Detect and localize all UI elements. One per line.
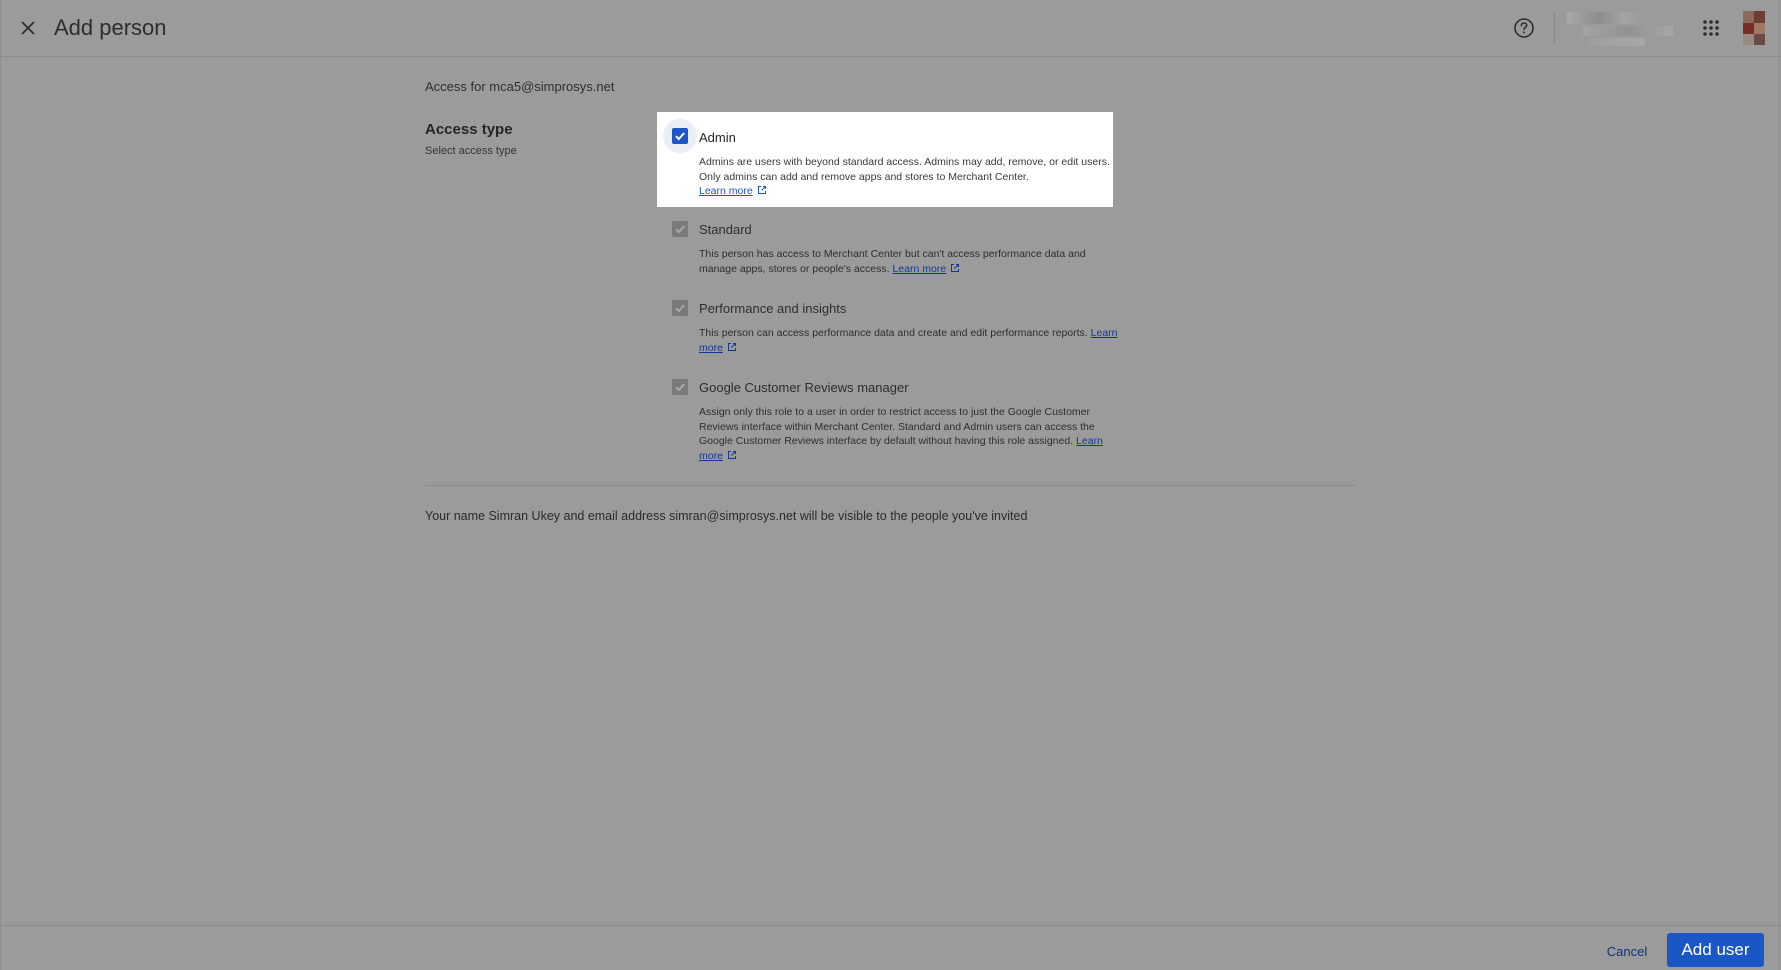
admin-label: Admin (699, 130, 736, 145)
admin-description: Admins are users with beyond standard ac… (699, 155, 1119, 199)
reviews-checkbox-wrap[interactable] (672, 379, 688, 395)
reviews-description: Assign only this role to a user in order… (699, 405, 1119, 463)
open-in-new-icon (727, 342, 736, 351)
performance-checkbox-wrap[interactable] (672, 300, 688, 316)
avatar[interactable] (1743, 11, 1765, 45)
section-divider (425, 485, 1355, 486)
open-in-new-icon (727, 450, 736, 459)
apps-grid-icon (1703, 20, 1719, 36)
admin-checkbox-focus-ring[interactable] (663, 119, 697, 153)
admin-checkbox[interactable] (672, 128, 688, 144)
standard-checkbox-wrap[interactable] (672, 221, 688, 237)
check-icon (675, 132, 685, 141)
access-type-heading: Access type (425, 121, 513, 138)
header-divider (1554, 12, 1555, 44)
performance-label: Performance and insights (699, 301, 847, 316)
close-icon (21, 21, 35, 35)
admin-learn-more-link[interactable]: Learn more (699, 185, 753, 197)
reviews-checkbox[interactable] (672, 379, 688, 395)
add-user-button[interactable]: Add user (1667, 933, 1764, 967)
footer-divider (0, 925, 1781, 926)
access-for-email: Access for mca5@simprosys.net (425, 79, 615, 94)
close-button[interactable] (14, 14, 42, 42)
check-icon (675, 383, 685, 392)
reviews-description-text: Assign only this role to a user in order… (699, 406, 1095, 447)
performance-description: This person can access performance data … (699, 326, 1119, 355)
performance-checkbox[interactable] (672, 300, 688, 316)
open-in-new-icon (757, 186, 766, 194)
page-title: Add person (54, 15, 167, 40)
check-icon (675, 225, 685, 234)
performance-description-text: This person can access performance data … (699, 327, 1088, 339)
open-in-new-icon (951, 263, 960, 272)
access-type-subtitle: Select access type (425, 145, 517, 157)
cancel-button[interactable]: Cancel (1598, 939, 1656, 963)
standard-checkbox[interactable] (672, 221, 688, 237)
account-switcher-blurred[interactable] (1563, 10, 1673, 46)
standard-learn-more-link[interactable]: Learn more (892, 263, 946, 275)
reviews-label: Google Customer Reviews manager (699, 380, 909, 395)
standard-description: This person has access to Merchant Cente… (699, 247, 1119, 276)
admin-description-text: Admins are users with beyond standard ac… (699, 156, 1110, 183)
check-icon (675, 304, 685, 313)
apps-button[interactable] (1697, 14, 1725, 42)
help-button[interactable] (1510, 14, 1538, 42)
help-circle-icon (1514, 18, 1534, 38)
visibility-note: Your name Simran Ukey and email address … (425, 509, 1028, 523)
standard-label: Standard (699, 222, 752, 237)
top-bar: Add person (0, 0, 1781, 57)
